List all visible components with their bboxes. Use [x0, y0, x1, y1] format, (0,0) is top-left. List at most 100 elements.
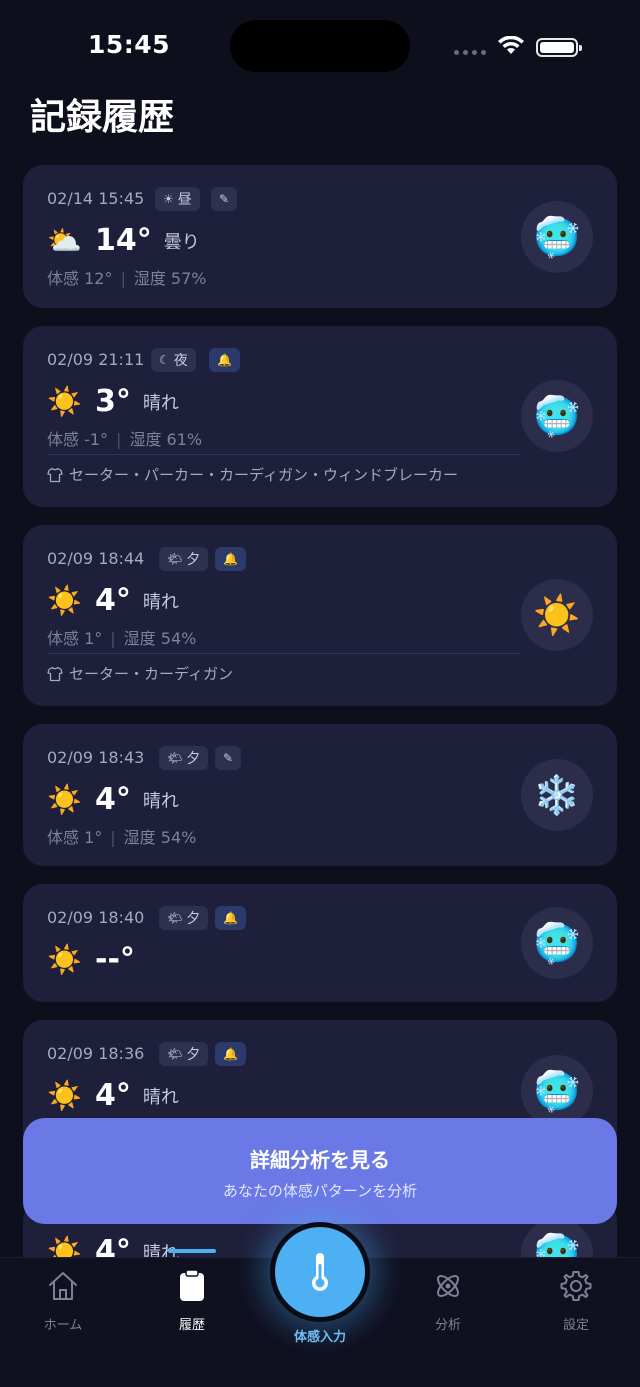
- feels-like: 体感 12°: [47, 269, 113, 288]
- sunset-icon: 🌤: [167, 552, 183, 566]
- thermometer-icon: [312, 1253, 328, 1291]
- clothing-list: セーター・パーカー・カーディガン・ウィンドブレーカー: [47, 464, 458, 485]
- banner-title: 詳細分析を見る: [250, 1148, 390, 1172]
- time-of-day-badge: 🌤 夕: [159, 906, 209, 930]
- edit-icon: ✎: [223, 751, 234, 765]
- temperature: 3°: [95, 384, 131, 419]
- status-time: 15:45: [88, 30, 171, 59]
- dynamic-island: [230, 20, 410, 72]
- record-datetime: 02/09 18:43: [47, 748, 145, 767]
- manual-entry-badge: ✎: [211, 187, 238, 211]
- weather-condition: 晴れ: [142, 1086, 179, 1108]
- time-of-day-label: 夕: [186, 911, 201, 927]
- sunset-icon: 🌤: [167, 1047, 183, 1061]
- notification-badge: 🔔: [209, 348, 240, 372]
- clothing-text: セーター・パーカー・カーディガン・ウィンドブレーカー: [69, 466, 458, 484]
- edit-icon: ✎: [219, 192, 230, 206]
- shirt-icon: [47, 666, 63, 681]
- tab-label: 履歴: [178, 1318, 205, 1333]
- record-datetime: 02/09 21:11: [47, 350, 145, 369]
- bell-icon: 🔔: [217, 353, 232, 367]
- weather-row: ⛅ 14° 曇り: [47, 223, 200, 258]
- weather-row: ☀️ --°: [47, 942, 135, 977]
- time-of-day-label: 夜: [173, 353, 188, 369]
- feels-like: 体感 -1°: [47, 430, 109, 449]
- sunny-icon: ☀️: [47, 1078, 82, 1112]
- bell-icon: 🔔: [223, 911, 238, 925]
- time-of-day-label: 昼: [177, 192, 192, 208]
- divider: [47, 653, 521, 654]
- separator: |: [110, 629, 116, 648]
- separator: |: [120, 269, 126, 288]
- history-record-card[interactable]: 02/14 15:45 ☀ 昼 ✎ ⛅ 14° 曇り 体感 12° | 湿度 57%…: [23, 165, 617, 308]
- tab-history[interactable]: 履歴: [137, 1268, 247, 1333]
- feels-like: 体感 1°: [47, 629, 103, 648]
- record-datetime: 02/09 18:40: [47, 908, 145, 927]
- sunny-icon: ☀️: [47, 583, 82, 617]
- feeling-icon: 🥶: [521, 201, 593, 273]
- battery-icon: [536, 38, 582, 57]
- feels-like: 体感 1°: [47, 828, 103, 847]
- clipboard-icon: [180, 1269, 204, 1301]
- clothing-text: セーター・カーディガン: [69, 665, 233, 683]
- sunset-icon: 🌤: [167, 911, 183, 925]
- history-record-card[interactable]: 02/09 18:44 🌤 夕 🔔 ☀️ 4° 晴れ 体感 1° | 湿度 54% …: [23, 525, 617, 706]
- tab-home[interactable]: ホーム: [8, 1268, 118, 1333]
- history-record-card[interactable]: 02/09 18:43 🌤 夕 ✎ ☀️ 4° 晴れ 体感 1° | 湿度 54% …: [23, 724, 617, 866]
- feeling-icon: 🥶: [521, 380, 593, 452]
- cloudy-icon: ⛅: [47, 223, 82, 257]
- active-tab-indicator: [168, 1249, 216, 1253]
- feeling-input-button[interactable]: [270, 1222, 370, 1322]
- separator: |: [110, 828, 116, 847]
- weather-row: ☀️ 4° 晴れ: [47, 1078, 179, 1113]
- notification-badge: 🔔: [215, 906, 246, 930]
- feeling-icon: ❄️: [521, 759, 593, 831]
- status-bar: 15:45: [0, 0, 640, 90]
- weather-row: ☀️ 4° 晴れ: [47, 782, 179, 817]
- tab-label: 設定: [562, 1318, 589, 1333]
- sun-icon: ☀: [163, 192, 174, 206]
- sunny-icon: ☀️: [47, 384, 82, 418]
- weather-row: ☀️ 3° 晴れ: [47, 384, 179, 419]
- time-of-day-badge: 🌤 夕: [159, 746, 209, 770]
- time-of-day-label: 夕: [186, 751, 201, 767]
- temperature: --°: [95, 942, 135, 977]
- weather-details: 体感 12° | 湿度 57%: [47, 265, 207, 289]
- banner-subtitle: あなたの体感パターンを分析: [222, 1182, 418, 1200]
- history-record-card[interactable]: 02/09 18:40 🌤 夕 🔔 ☀️ --° 🥶: [23, 884, 617, 1002]
- temperature: 4°: [95, 782, 131, 817]
- sunny-icon: ☀️: [47, 782, 82, 816]
- detailed-analysis-banner[interactable]: 詳細分析を見る あなたの体感パターンを分析: [23, 1118, 617, 1224]
- sunset-icon: 🌤: [167, 751, 183, 765]
- shirt-icon: [47, 467, 63, 482]
- time-of-day-badge: ☾ 夜: [151, 348, 196, 372]
- tab-settings[interactable]: 設定: [521, 1268, 631, 1333]
- time-of-day-badge: 🌤 夕: [159, 547, 209, 571]
- temperature: 14°: [95, 223, 152, 258]
- moon-icon: ☾: [159, 353, 170, 367]
- humidity: 湿度 57%: [133, 269, 207, 288]
- time-of-day-badge: ☀ 昼: [155, 187, 200, 211]
- weather-details: 体感 1° | 湿度 54%: [47, 625, 196, 649]
- gear-icon: [560, 1271, 592, 1301]
- tab-analysis[interactable]: 分析: [393, 1268, 503, 1333]
- sunny-icon: ☀️: [47, 942, 82, 976]
- history-record-card[interactable]: 02/09 21:11 ☾ 夜 🔔 ☀️ 3° 晴れ 体感 -1° | 湿度 61%…: [23, 326, 617, 507]
- humidity: 湿度 54%: [123, 629, 197, 648]
- notification-badge: 🔔: [215, 1042, 246, 1066]
- weather-condition: 曇り: [163, 231, 200, 253]
- divider: [47, 454, 521, 455]
- record-datetime: 02/09 18:36: [47, 1044, 145, 1063]
- weather-row: ☀️ 4° 晴れ: [47, 583, 179, 618]
- page-title: 記録履歴: [30, 97, 175, 138]
- weather-condition: 晴れ: [142, 591, 179, 613]
- manual-entry-badge: ✎: [215, 746, 242, 770]
- cellular-signal-icon: [454, 50, 486, 55]
- record-datetime: 02/14 15:45: [47, 189, 145, 208]
- weather-condition: 晴れ: [142, 392, 179, 414]
- time-of-day-badge: 🌤 夕: [159, 1042, 209, 1066]
- separator: |: [116, 430, 122, 449]
- humidity: 湿度 61%: [129, 430, 203, 449]
- feeling-icon: ☀️: [521, 579, 593, 651]
- tab-label: ホーム: [43, 1318, 83, 1333]
